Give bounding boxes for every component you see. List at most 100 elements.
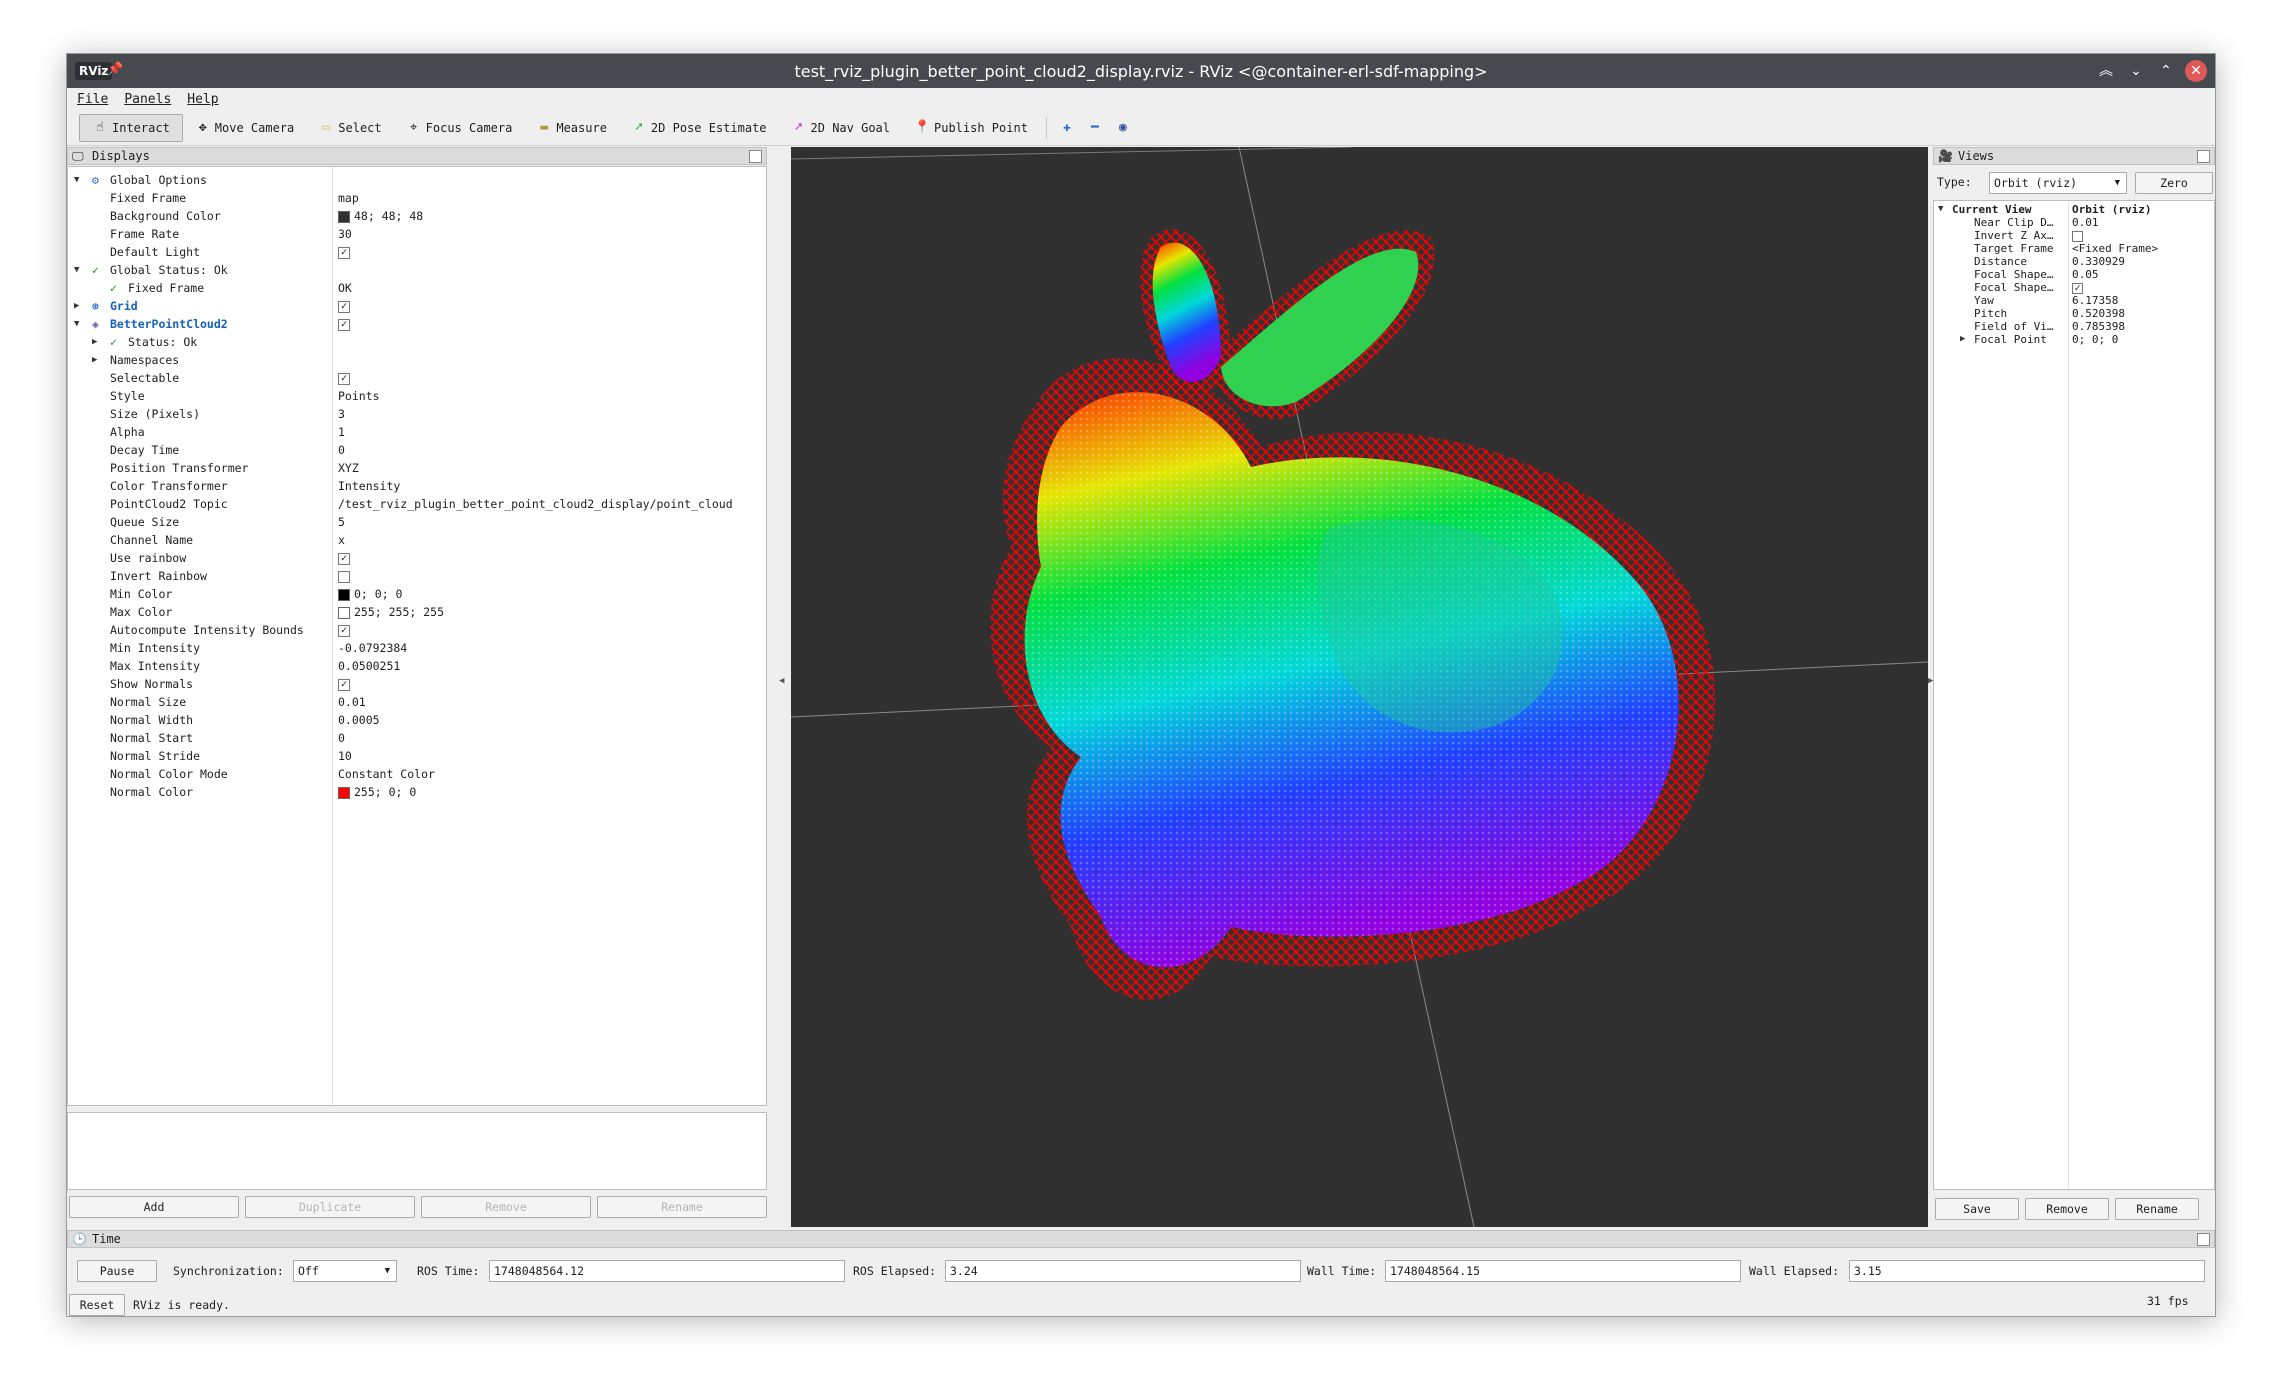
tool-select[interactable]: ▭ Select [306, 114, 393, 142]
display-property-row[interactable]: Invert Rainbow [68, 567, 766, 585]
property-checkbox[interactable]: ✓ [338, 315, 350, 333]
view-property-checkbox[interactable]: ✓ [2072, 281, 2083, 294]
display-property-row[interactable]: Max Color 255; 255; 255 [68, 603, 766, 621]
display-property-row[interactable]: Autocompute Intensity Bounds ✓ [68, 621, 766, 639]
display-property-row[interactable]: Show Normals ✓ [68, 675, 766, 693]
property-value[interactable]: -0.0792384 [338, 639, 407, 657]
property-checkbox[interactable]: ✓ [338, 369, 350, 387]
checkbox[interactable]: ✓ [338, 318, 350, 331]
float-panel-button[interactable] [2197, 150, 2210, 163]
collapsed-arrow-icon[interactable]: ▶ [74, 297, 79, 315]
checkbox[interactable]: ✓ [338, 246, 350, 259]
menu-help[interactable]: Help [187, 92, 218, 107]
tool-2d-nav-goal[interactable]: ➚ 2D Nav Goal [779, 114, 902, 142]
display-property-row[interactable]: Style Points [68, 387, 766, 405]
view-property-row[interactable]: Focal Shape… ✓ [1934, 281, 2214, 294]
display-property-row[interactable]: Background Color 48; 48; 48 [68, 207, 766, 225]
view-property-row[interactable]: ▼ Current View Orbit (rviz) [1934, 203, 2214, 216]
display-property-row[interactable]: Normal Color 255; 0; 0 [68, 783, 766, 801]
tool-focus-camera[interactable]: ⌖ Focus Camera [394, 114, 525, 142]
view-property-row[interactable]: Near Clip D… 0.01 [1934, 216, 2214, 229]
minimize-icon[interactable]: ⌄ [2125, 60, 2147, 82]
display-property-row[interactable]: ▶ ⊛ Grid ✓ [68, 297, 766, 315]
tool-2d-pose-estimate[interactable]: ➚ 2D Pose Estimate [619, 114, 779, 142]
property-value[interactable]: 0 [338, 441, 345, 459]
remove-tool-button[interactable]: ━ [1081, 114, 1109, 142]
collapse-left-icon[interactable]: ◀ [779, 676, 784, 686]
checkbox[interactable] [2072, 230, 2083, 242]
float-panel-button[interactable] [749, 150, 762, 163]
expanded-arrow-icon[interactable]: ▼ [74, 315, 79, 333]
property-checkbox[interactable]: ✓ [338, 675, 350, 693]
display-property-row[interactable]: ▼ ⚙ Global Options [68, 171, 766, 189]
add-display-button[interactable]: Add [69, 1196, 239, 1218]
tool-measure[interactable]: ▬ Measure [524, 114, 619, 142]
tool-interact[interactable]: ☝ Interact [79, 113, 183, 142]
display-property-row[interactable]: Min Intensity -0.0792384 [68, 639, 766, 657]
collapsed-arrow-icon[interactable]: ▶ [92, 333, 97, 351]
view-property-value[interactable]: 0.520398 [2072, 307, 2125, 320]
display-property-row[interactable]: Position Transformer XYZ [68, 459, 766, 477]
display-property-row[interactable]: ▼ ✓ Global Status: Ok [68, 261, 766, 279]
tool-properties-button[interactable]: ◉ [1109, 114, 1137, 142]
display-property-row[interactable]: PointCloud2 Topic/test_rviz_plugin_bette… [68, 495, 766, 513]
checkbox[interactable]: ✓ [338, 372, 350, 385]
menu-panels[interactable]: Panels [124, 92, 171, 107]
rename-view-button[interactable]: Rename [2115, 1198, 2199, 1220]
float-panel-button[interactable] [2197, 1233, 2210, 1246]
property-checkbox[interactable]: ✓ [338, 243, 350, 261]
display-property-row[interactable]: Frame Rate 30 [68, 225, 766, 243]
wall-time-field[interactable]: 1748048564.15 [1385, 1260, 1741, 1282]
property-value[interactable]: map [338, 189, 359, 207]
property-color[interactable]: 48; 48; 48 [338, 207, 423, 225]
checkbox[interactable]: ✓ [338, 678, 350, 691]
display-property-row[interactable]: ▶ Namespaces [68, 351, 766, 369]
property-checkbox[interactable]: ✓ [338, 621, 350, 639]
view-property-checkbox[interactable] [2072, 229, 2083, 242]
checkbox[interactable]: ✓ [338, 624, 350, 637]
view-type-select[interactable]: Orbit (rviz) ▼ [1989, 172, 2127, 194]
maximize-icon[interactable]: ⌃ [2155, 60, 2177, 82]
property-value[interactable]: 0.0005 [338, 711, 380, 729]
display-property-row[interactable]: ✓ Fixed Frame OK [68, 279, 766, 297]
view-property-value[interactable]: 6.17358 [2072, 294, 2118, 307]
display-property-row[interactable]: Channel Name x [68, 531, 766, 549]
view-property-row[interactable]: Pitch 0.520398 [1934, 307, 2214, 320]
ros-time-field[interactable]: 1748048564.12 [489, 1260, 845, 1282]
display-property-row[interactable]: ▶ ✓ Status: Ok [68, 333, 766, 351]
view-property-row[interactable]: Invert Z Ax… [1934, 229, 2214, 242]
save-view-button[interactable]: Save [1935, 1198, 2019, 1220]
display-property-row[interactable]: Queue Size 5 [68, 513, 766, 531]
tool-publish-point[interactable]: 📍 Publish Point [902, 114, 1040, 142]
display-property-row[interactable]: Decay Time 0 [68, 441, 766, 459]
display-property-row[interactable]: ▼ ◈ BetterPointCloud2 ✓ [68, 315, 766, 333]
checkbox[interactable] [338, 570, 350, 583]
property-value[interactable]: 0.0500251 [338, 657, 400, 675]
zero-view-button[interactable]: Zero [2135, 172, 2213, 194]
property-value[interactable]: OK [338, 279, 352, 297]
pause-button[interactable]: Pause [77, 1260, 157, 1282]
property-value[interactable]: Constant Color [338, 765, 435, 783]
display-property-row[interactable]: Alpha 1 [68, 423, 766, 441]
property-value[interactable]: 0 [338, 729, 345, 747]
collapsed-arrow-icon[interactable]: ▶ [92, 351, 97, 369]
display-property-row[interactable]: Normal Size 0.01 [68, 693, 766, 711]
property-value[interactable]: /test_rviz_plugin_better_point_cloud2_di… [338, 495, 733, 513]
view-property-row[interactable]: Focal Shape… 0.05 [1934, 268, 2214, 281]
collapsed-arrow-icon[interactable]: ▶ [1960, 333, 1965, 346]
view-property-value[interactable]: 0; 0; 0 [2072, 333, 2118, 346]
display-property-row[interactable]: Normal Stride 10 [68, 747, 766, 765]
view-property-value[interactable]: 0.330929 [2072, 255, 2125, 268]
display-property-row[interactable]: Normal Color Mode Constant Color [68, 765, 766, 783]
property-checkbox[interactable]: ✓ [338, 549, 350, 567]
property-value[interactable]: x [338, 531, 345, 549]
property-color[interactable]: 255; 255; 255 [338, 603, 444, 621]
reset-button[interactable]: Reset [69, 1294, 125, 1316]
display-property-row[interactable]: Min Color 0; 0; 0 [68, 585, 766, 603]
display-property-row[interactable]: Normal Width 0.0005 [68, 711, 766, 729]
display-property-row[interactable]: Color Transformer Intensity [68, 477, 766, 495]
view-property-row[interactable]: ▶ Focal Point 0; 0; 0 [1934, 333, 2214, 346]
remove-view-button[interactable]: Remove [2025, 1198, 2109, 1220]
view-property-row[interactable]: Target Frame <Fixed Frame> [1934, 242, 2214, 255]
expanded-arrow-icon[interactable]: ▼ [74, 171, 79, 189]
